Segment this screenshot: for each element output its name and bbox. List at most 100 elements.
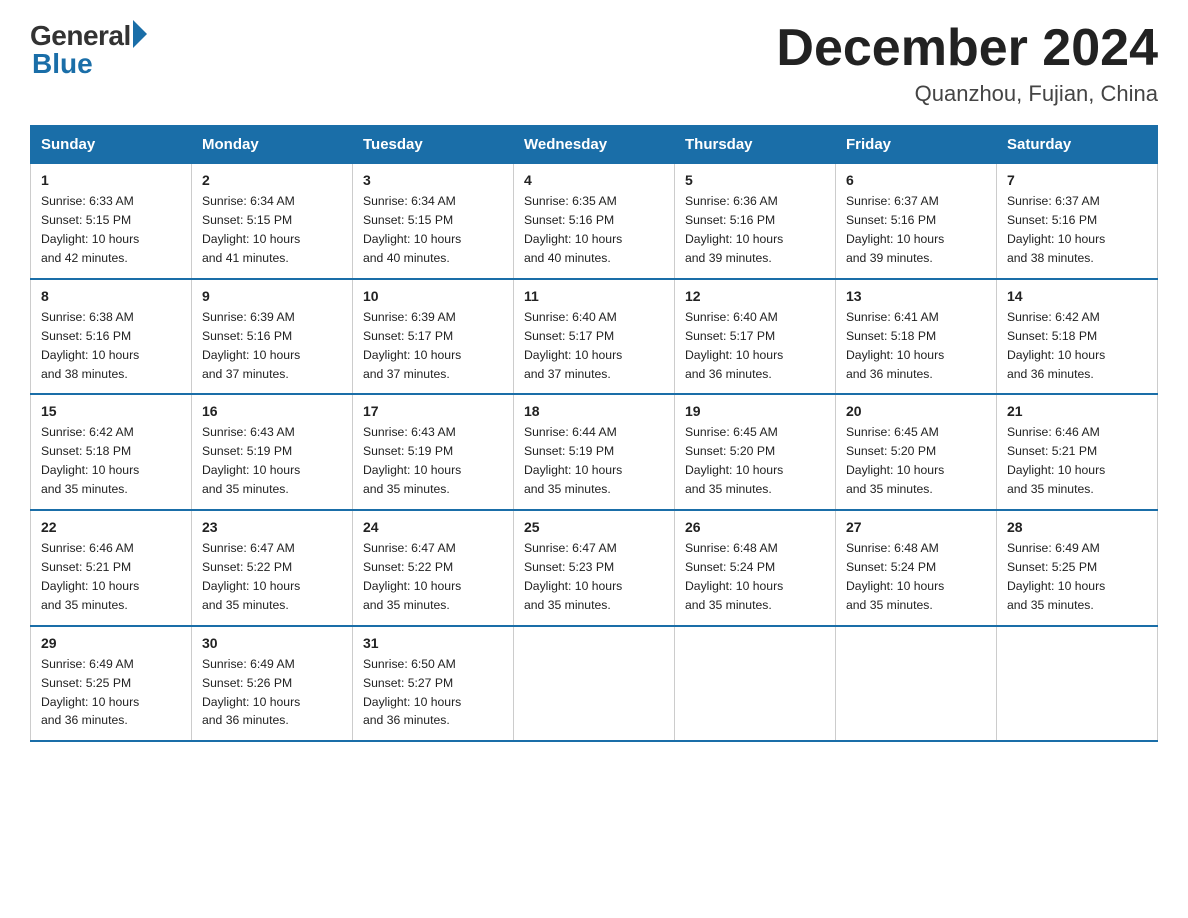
table-row: 1 Sunrise: 6:33 AMSunset: 5:15 PMDayligh… [31,164,192,279]
day-info: Sunrise: 6:49 AMSunset: 5:26 PMDaylight:… [202,655,342,731]
day-info: Sunrise: 6:37 AMSunset: 5:16 PMDaylight:… [1007,192,1147,268]
day-number: 8 [41,288,181,304]
day-info: Sunrise: 6:46 AMSunset: 5:21 PMDaylight:… [41,539,181,615]
table-row: 27 Sunrise: 6:48 AMSunset: 5:24 PMDaylig… [836,510,997,626]
day-info: Sunrise: 6:33 AMSunset: 5:15 PMDaylight:… [41,192,181,268]
day-info: Sunrise: 6:39 AMSunset: 5:16 PMDaylight:… [202,308,342,384]
table-row: 24 Sunrise: 6:47 AMSunset: 5:22 PMDaylig… [353,510,514,626]
day-info: Sunrise: 6:46 AMSunset: 5:21 PMDaylight:… [1007,423,1147,499]
day-info: Sunrise: 6:40 AMSunset: 5:17 PMDaylight:… [685,308,825,384]
day-number: 24 [363,519,503,535]
table-row: 26 Sunrise: 6:48 AMSunset: 5:24 PMDaylig… [675,510,836,626]
table-row: 5 Sunrise: 6:36 AMSunset: 5:16 PMDayligh… [675,164,836,279]
day-number: 21 [1007,403,1147,419]
day-number: 29 [41,635,181,651]
location-subtitle: Quanzhou, Fujian, China [776,81,1158,107]
day-number: 12 [685,288,825,304]
day-info: Sunrise: 6:47 AMSunset: 5:22 PMDaylight:… [202,539,342,615]
col-sunday: Sunday [31,126,192,164]
table-row: 22 Sunrise: 6:46 AMSunset: 5:21 PMDaylig… [31,510,192,626]
day-number: 1 [41,172,181,188]
table-row: 29 Sunrise: 6:49 AMSunset: 5:25 PMDaylig… [31,626,192,742]
table-row: 13 Sunrise: 6:41 AMSunset: 5:18 PMDaylig… [836,279,997,395]
day-number: 27 [846,519,986,535]
day-info: Sunrise: 6:43 AMSunset: 5:19 PMDaylight:… [363,423,503,499]
day-info: Sunrise: 6:40 AMSunset: 5:17 PMDaylight:… [524,308,664,384]
table-row: 19 Sunrise: 6:45 AMSunset: 5:20 PMDaylig… [675,394,836,510]
calendar-week-row: 29 Sunrise: 6:49 AMSunset: 5:25 PMDaylig… [31,626,1158,742]
table-row: 25 Sunrise: 6:47 AMSunset: 5:23 PMDaylig… [514,510,675,626]
day-number: 11 [524,288,664,304]
day-number: 6 [846,172,986,188]
day-info: Sunrise: 6:34 AMSunset: 5:15 PMDaylight:… [363,192,503,268]
col-saturday: Saturday [997,126,1158,164]
table-row: 14 Sunrise: 6:42 AMSunset: 5:18 PMDaylig… [997,279,1158,395]
day-info: Sunrise: 6:39 AMSunset: 5:17 PMDaylight:… [363,308,503,384]
day-info: Sunrise: 6:42 AMSunset: 5:18 PMDaylight:… [41,423,181,499]
day-number: 15 [41,403,181,419]
day-info: Sunrise: 6:43 AMSunset: 5:19 PMDaylight:… [202,423,342,499]
day-info: Sunrise: 6:45 AMSunset: 5:20 PMDaylight:… [685,423,825,499]
calendar-week-row: 15 Sunrise: 6:42 AMSunset: 5:18 PMDaylig… [31,394,1158,510]
day-info: Sunrise: 6:34 AMSunset: 5:15 PMDaylight:… [202,192,342,268]
calendar-header-row: Sunday Monday Tuesday Wednesday Thursday… [31,126,1158,164]
day-number: 19 [685,403,825,419]
col-monday: Monday [192,126,353,164]
logo: General Blue [30,20,147,80]
col-thursday: Thursday [675,126,836,164]
table-row: 11 Sunrise: 6:40 AMSunset: 5:17 PMDaylig… [514,279,675,395]
day-info: Sunrise: 6:48 AMSunset: 5:24 PMDaylight:… [685,539,825,615]
day-number: 18 [524,403,664,419]
day-info: Sunrise: 6:47 AMSunset: 5:23 PMDaylight:… [524,539,664,615]
day-number: 28 [1007,519,1147,535]
day-number: 31 [363,635,503,651]
table-row: 31 Sunrise: 6:50 AMSunset: 5:27 PMDaylig… [353,626,514,742]
day-info: Sunrise: 6:37 AMSunset: 5:16 PMDaylight:… [846,192,986,268]
title-section: December 2024 Quanzhou, Fujian, China [776,20,1158,107]
table-row: 8 Sunrise: 6:38 AMSunset: 5:16 PMDayligh… [31,279,192,395]
day-number: 9 [202,288,342,304]
day-number: 10 [363,288,503,304]
day-info: Sunrise: 6:35 AMSunset: 5:16 PMDaylight:… [524,192,664,268]
table-row [997,626,1158,742]
table-row: 15 Sunrise: 6:42 AMSunset: 5:18 PMDaylig… [31,394,192,510]
table-row: 30 Sunrise: 6:49 AMSunset: 5:26 PMDaylig… [192,626,353,742]
day-info: Sunrise: 6:45 AMSunset: 5:20 PMDaylight:… [846,423,986,499]
table-row [675,626,836,742]
table-row [514,626,675,742]
day-number: 20 [846,403,986,419]
day-number: 2 [202,172,342,188]
day-info: Sunrise: 6:36 AMSunset: 5:16 PMDaylight:… [685,192,825,268]
logo-blue-text: Blue [32,48,93,80]
col-tuesday: Tuesday [353,126,514,164]
day-number: 16 [202,403,342,419]
day-number: 7 [1007,172,1147,188]
table-row: 17 Sunrise: 6:43 AMSunset: 5:19 PMDaylig… [353,394,514,510]
day-info: Sunrise: 6:38 AMSunset: 5:16 PMDaylight:… [41,308,181,384]
col-wednesday: Wednesday [514,126,675,164]
table-row: 10 Sunrise: 6:39 AMSunset: 5:17 PMDaylig… [353,279,514,395]
calendar-table: Sunday Monday Tuesday Wednesday Thursday… [30,125,1158,742]
table-row: 7 Sunrise: 6:37 AMSunset: 5:16 PMDayligh… [997,164,1158,279]
day-info: Sunrise: 6:49 AMSunset: 5:25 PMDaylight:… [1007,539,1147,615]
day-info: Sunrise: 6:50 AMSunset: 5:27 PMDaylight:… [363,655,503,731]
logo-triangle-icon [133,20,147,48]
page-header: General Blue December 2024 Quanzhou, Fuj… [30,20,1158,107]
day-number: 25 [524,519,664,535]
day-number: 17 [363,403,503,419]
table-row: 21 Sunrise: 6:46 AMSunset: 5:21 PMDaylig… [997,394,1158,510]
calendar-week-row: 22 Sunrise: 6:46 AMSunset: 5:21 PMDaylig… [31,510,1158,626]
day-info: Sunrise: 6:48 AMSunset: 5:24 PMDaylight:… [846,539,986,615]
month-title: December 2024 [776,20,1158,77]
table-row: 3 Sunrise: 6:34 AMSunset: 5:15 PMDayligh… [353,164,514,279]
col-friday: Friday [836,126,997,164]
day-info: Sunrise: 6:47 AMSunset: 5:22 PMDaylight:… [363,539,503,615]
day-info: Sunrise: 6:41 AMSunset: 5:18 PMDaylight:… [846,308,986,384]
table-row: 20 Sunrise: 6:45 AMSunset: 5:20 PMDaylig… [836,394,997,510]
table-row: 28 Sunrise: 6:49 AMSunset: 5:25 PMDaylig… [997,510,1158,626]
day-number: 22 [41,519,181,535]
day-number: 26 [685,519,825,535]
day-info: Sunrise: 6:42 AMSunset: 5:18 PMDaylight:… [1007,308,1147,384]
table-row: 18 Sunrise: 6:44 AMSunset: 5:19 PMDaylig… [514,394,675,510]
day-number: 23 [202,519,342,535]
